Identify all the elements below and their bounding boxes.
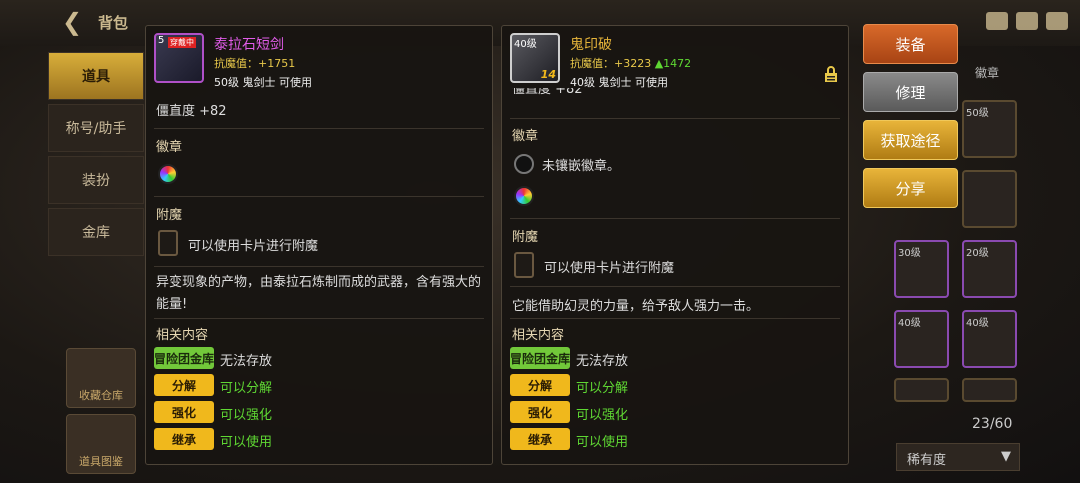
rainbow-emblem-icon[interactable] xyxy=(514,186,534,206)
disassemble-status: 可以分解 xyxy=(220,381,273,396)
emblem-empty-text: 未镶嵌徽章。 xyxy=(542,159,621,174)
item-description: 它能借助幻灵的力量，给予敌人强力一击。 xyxy=(512,299,760,314)
enchant-label: 附魔 xyxy=(512,230,539,245)
inventory-slot[interactable]: 20级 xyxy=(962,240,1017,298)
tab-emblem[interactable]: 徽章 xyxy=(975,64,999,81)
item-requirement: 40级 鬼剑士 可使用 xyxy=(570,76,668,89)
equipped-badge: 穿戴中 xyxy=(168,37,196,48)
inventory-slot[interactable] xyxy=(894,378,949,402)
enchant-text: 可以使用卡片进行附魔 xyxy=(544,261,675,276)
inventory-count: 23/60 xyxy=(972,416,1013,432)
chevron-down-icon: ▼ xyxy=(1001,449,1011,464)
tooltip-header: 5 穿戴中 泰拉石短剑 抗魔值：+1751 50级 鬼剑士 可使用 xyxy=(146,26,492,92)
equip-button[interactable]: 装备 xyxy=(863,24,958,64)
disassemble-status: 可以分解 xyxy=(576,381,629,396)
vault-status: 无法存放 xyxy=(220,354,273,369)
enhance-status: 可以强化 xyxy=(576,408,629,423)
resist-value: 抗魔值：+3223 ▲1472 xyxy=(570,57,692,70)
card-slot-icon[interactable] xyxy=(514,252,534,278)
dictionary-button[interactable]: 道具图鉴 xyxy=(66,414,136,474)
repair-button[interactable]: 修理 xyxy=(863,72,958,112)
mail-icon[interactable] xyxy=(1016,12,1038,30)
inherit-tag: 继承 xyxy=(510,428,570,450)
enchant-text: 可以使用卡片进行附魔 xyxy=(188,239,319,254)
emblem-label: 徽章 xyxy=(156,140,183,155)
enchant-label: 附魔 xyxy=(156,208,183,223)
obtain-button[interactable]: 获取途径 xyxy=(863,120,958,160)
lock-icon[interactable] xyxy=(824,66,838,82)
item-name: 鬼印破 xyxy=(570,37,612,53)
stat-line: 僵直度 +82 xyxy=(156,104,227,119)
page-title: 背包 xyxy=(98,14,129,32)
inherit-status: 可以使用 xyxy=(576,435,629,450)
resist-delta: ▲1472 xyxy=(654,57,692,70)
enhance-status: 可以强化 xyxy=(220,408,273,423)
inventory-slot[interactable] xyxy=(962,170,1017,228)
nav-item-titles[interactable]: 称号/助手 xyxy=(48,104,144,152)
adventure-vault-tag: 冒险团金库 xyxy=(154,347,214,369)
greatsword-icon: 40级 14 xyxy=(510,33,560,83)
resist-value: 抗魔值：+1751 xyxy=(214,57,296,70)
left-nav: 道具 称号/助手 装扮 金库 xyxy=(48,52,144,260)
icon-level: 40级 xyxy=(514,39,537,50)
gift-icon[interactable] xyxy=(986,12,1008,30)
inherit-tag: 继承 xyxy=(154,428,214,450)
enhance-level-badge: 14 xyxy=(540,68,556,81)
nav-item-vault[interactable]: 金库 xyxy=(48,208,144,256)
inherit-status: 可以使用 xyxy=(220,435,273,450)
related-label: 相关内容 xyxy=(156,328,209,343)
inventory-slot[interactable]: 40级 xyxy=(894,310,949,368)
short-sword-icon: 5 穿戴中 xyxy=(154,33,204,83)
disassemble-tag: 分解 xyxy=(510,374,570,396)
inventory-slot[interactable]: 50级 xyxy=(962,100,1017,158)
inventory-slot[interactable]: 30级 xyxy=(894,240,949,298)
enhance-tag: 强化 xyxy=(154,401,214,423)
adventure-vault-tag: 冒险团金库 xyxy=(510,347,570,369)
item-tooltip-compare: 40级 14 鬼印破 抗魔值：+3223 ▲1472 40级 鬼剑士 可使用 僵… xyxy=(501,25,849,465)
emblem-label: 徽章 xyxy=(512,129,539,144)
item-requirement: 50级 鬼剑士 可使用 xyxy=(214,76,312,89)
disassemble-tag: 分解 xyxy=(154,374,214,396)
related-label: 相关内容 xyxy=(512,328,565,343)
item-description: 异变现象的产物，由泰拉石炼制而成的武器，含有强大的能量! xyxy=(156,275,482,312)
chat-icon[interactable] xyxy=(1046,12,1068,30)
inventory-slot[interactable]: 40级 xyxy=(962,310,1017,368)
sort-label: 稀有度 xyxy=(907,453,947,468)
icon-level: 5 xyxy=(158,35,165,46)
tooltip-header: 40级 14 鬼印破 抗魔值：+3223 ▲1472 40级 鬼剑士 可使用 xyxy=(502,26,848,92)
stat-line: 僵直度 +82 xyxy=(512,88,583,97)
item-tooltip-equipped: 5 穿戴中 泰拉石短剑 抗魔值：+1751 50级 鬼剑士 可使用 僵直度 +8… xyxy=(145,25,493,465)
item-name: 泰拉石短剑 xyxy=(214,37,284,53)
rainbow-emblem-icon[interactable] xyxy=(158,164,178,184)
vault-status: 无法存放 xyxy=(576,354,629,369)
storage-button[interactable]: 收藏仓库 xyxy=(66,348,136,408)
back-arrow-icon[interactable]: ❮ xyxy=(62,8,82,36)
sort-dropdown[interactable]: 稀有度 ▼ xyxy=(896,443,1020,471)
nav-item-avatar[interactable]: 装扮 xyxy=(48,156,144,204)
empty-emblem-icon[interactable] xyxy=(514,154,534,174)
share-button[interactable]: 分享 xyxy=(863,168,958,208)
enhance-tag: 强化 xyxy=(510,401,570,423)
nav-item-items[interactable]: 道具 xyxy=(48,52,144,100)
card-slot-icon[interactable] xyxy=(158,230,178,256)
inventory-slot[interactable] xyxy=(962,378,1017,402)
top-right-icons xyxy=(986,12,1068,30)
